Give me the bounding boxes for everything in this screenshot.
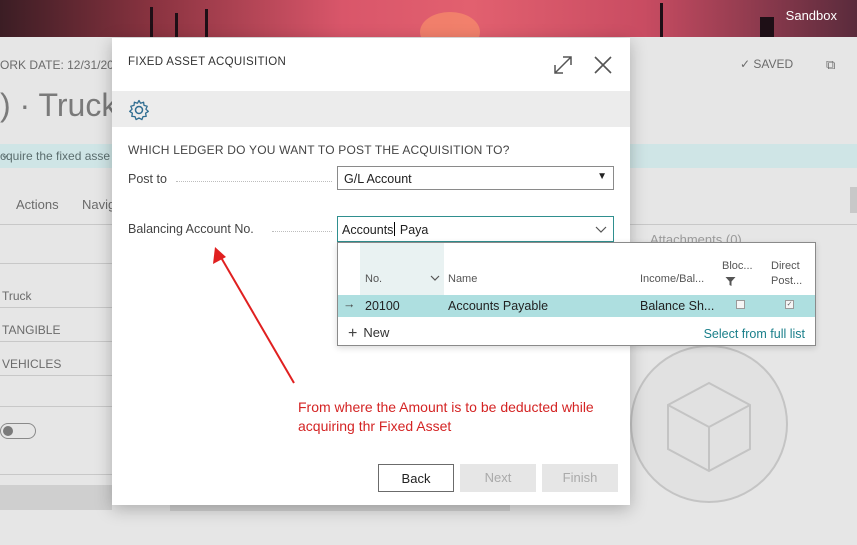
column-header-direct-posting[interactable]: Direct — [771, 260, 800, 272]
saved-label: SAVED — [753, 57, 794, 71]
new-label: New — [363, 325, 390, 340]
field-leader-dots — [176, 181, 332, 182]
column-header-blocked[interactable]: Bloc... — [722, 260, 753, 272]
field-subclass-code[interactable]: VEHICLES — [0, 352, 112, 376]
banner-palm — [205, 9, 208, 37]
finish-button[interactable]: Finish — [542, 464, 618, 492]
column-header-no[interactable]: No. — [365, 273, 382, 285]
environment-name: Sandbox — [785, 8, 837, 23]
annotation-line: From where the Amount is to be deducted … — [298, 399, 594, 415]
page-title: ) · Truck — [0, 87, 118, 123]
row-arrow-icon: → — [343, 297, 356, 311]
header-banner: Sandbox — [0, 0, 857, 37]
account-lookup-dropdown: No. Name Income/Bal... Bloc... Direct Po… — [337, 242, 816, 346]
wizard-question: WHICH LEDGER DO YOU WANT TO POST THE ACQ… — [128, 143, 510, 157]
dropdown-arrow-icon: ▼ — [597, 171, 607, 182]
factbox-toggle[interactable] — [850, 187, 857, 213]
open-new-window-icon[interactable]: ⧉ — [826, 57, 835, 73]
annotation-text: From where the Amount is to be deducted … — [298, 398, 594, 436]
field-description[interactable]: Truck — [0, 284, 112, 308]
cell-income-balance: Balance Sh... — [640, 299, 715, 313]
back-button[interactable]: Back — [378, 464, 454, 492]
banner-palm — [150, 7, 153, 37]
select-from-full-list-link[interactable]: Select from full list — [704, 327, 805, 341]
field-leader-dots — [272, 231, 332, 232]
check-icon: ✓ — [740, 57, 751, 71]
menu-item-navigate[interactable]: Navig — [82, 197, 115, 212]
column-header-income-balance[interactable]: Income/Bal... — [640, 273, 704, 285]
field-divider — [0, 474, 112, 475]
cube-icon — [667, 381, 751, 473]
dialog-title: FIXED ASSET ACQUISITION — [128, 56, 287, 68]
picture-placeholder — [630, 345, 788, 503]
table-row[interactable]: → 20100 Accounts Payable Balance Sh... ✓ — [338, 295, 815, 317]
expand-icon[interactable] — [551, 53, 575, 77]
section-bar — [0, 485, 112, 510]
balancing-account-typed: Accounts — [342, 223, 394, 237]
balancing-account-typed-rest: Paya — [396, 223, 429, 237]
cell-no: 20100 — [365, 299, 400, 313]
plus-icon: + — [348, 325, 358, 342]
dialog-icon-band — [112, 91, 630, 127]
annotation-line: acquiring thr Fixed Asset — [298, 418, 452, 434]
banner-palm — [660, 3, 663, 37]
cell-name: Accounts Payable — [448, 299, 549, 313]
chevron-down-icon[interactable] — [595, 223, 607, 235]
column-header-direct-posting-line2[interactable]: Post... — [771, 275, 802, 287]
field-divider — [0, 406, 112, 407]
banner-lifeguard-tower — [760, 17, 774, 37]
menu-item-actions[interactable]: Actions — [16, 197, 59, 212]
balancing-account-input[interactable]: Accounts Paya — [337, 216, 614, 242]
sorted-column-highlight — [360, 243, 444, 295]
sort-descending-icon[interactable] — [430, 273, 440, 283]
toggle-switch[interactable] — [0, 423, 36, 439]
post-to-value: G/L Account — [344, 172, 412, 186]
banner-palm — [175, 13, 178, 37]
field-class-code[interactable]: TANGIBLE — [0, 318, 112, 342]
new-record-button[interactable]: + New — [348, 325, 389, 343]
direct-posting-checkbox: ✓ — [785, 300, 794, 309]
blocked-checkbox — [736, 300, 745, 309]
next-button[interactable]: Next — [460, 464, 536, 492]
saved-status: ✓ SAVED — [740, 57, 793, 71]
column-header-name[interactable]: Name — [448, 273, 477, 285]
post-to-label: Post to — [128, 172, 167, 186]
work-date: ORK DATE: 12/31/2024 — [0, 58, 128, 72]
gear-icon — [129, 99, 149, 121]
balancing-account-label: Balancing Account No. — [128, 222, 254, 236]
close-icon[interactable] — [591, 53, 615, 77]
field-divider — [0, 263, 112, 264]
post-to-select[interactable]: G/L Account ▼ — [337, 166, 614, 190]
filter-icon[interactable] — [725, 276, 736, 287]
banner-sun — [420, 12, 480, 37]
